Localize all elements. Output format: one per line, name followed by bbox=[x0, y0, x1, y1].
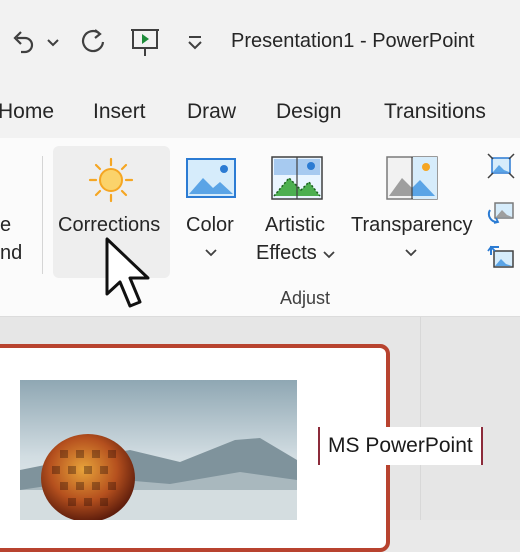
ribbon-tabs: Home Insert Draw Design Transitions bbox=[0, 88, 520, 138]
tab-transitions[interactable]: Transitions bbox=[384, 100, 486, 124]
tab-home[interactable]: Home bbox=[0, 100, 54, 124]
corrections-button[interactable]: Corrections bbox=[58, 214, 160, 237]
chevron-down-icon bbox=[204, 248, 218, 258]
chevron-down-icon[interactable] bbox=[45, 24, 61, 60]
sun-icon[interactable] bbox=[87, 156, 135, 204]
transparency-button[interactable]: Transparency bbox=[351, 214, 473, 237]
ribbon-separator bbox=[42, 156, 43, 274]
reset-picture-icon[interactable] bbox=[487, 245, 515, 271]
artistic-effects-icon[interactable] bbox=[271, 156, 323, 200]
watermark-label: MS PowerPoint bbox=[318, 427, 483, 465]
present-from-beginning-icon[interactable] bbox=[127, 24, 163, 60]
pane-divider bbox=[420, 317, 421, 520]
chevron-down-icon bbox=[322, 250, 336, 260]
tab-design[interactable]: Design bbox=[276, 100, 341, 124]
compress-pictures-icon[interactable] bbox=[487, 153, 515, 179]
chevron-down-icon bbox=[404, 248, 418, 258]
transparency-icon[interactable] bbox=[386, 156, 438, 200]
artistic-effects-button-line2[interactable]: Effects bbox=[256, 242, 317, 265]
title-bar: Presentation1 - PowerPoint bbox=[0, 0, 520, 88]
remove-background-label-cut-2[interactable]: nd bbox=[0, 242, 22, 265]
color-button[interactable]: Color bbox=[186, 214, 234, 237]
picture-color-icon[interactable] bbox=[186, 158, 236, 198]
remove-background-label-cut[interactable]: e bbox=[0, 214, 11, 237]
undo-icon[interactable] bbox=[8, 24, 44, 60]
redo-icon[interactable] bbox=[75, 24, 111, 60]
tab-draw[interactable]: Draw bbox=[187, 100, 236, 124]
tab-insert[interactable]: Insert bbox=[93, 100, 146, 124]
artistic-effects-button[interactable]: Artistic bbox=[265, 214, 325, 237]
mouse-cursor-icon bbox=[103, 236, 155, 312]
window-title: Presentation1 - PowerPoint bbox=[231, 30, 475, 52]
adjust-group-label: Adjust bbox=[280, 288, 331, 308]
change-picture-icon[interactable] bbox=[487, 200, 515, 226]
customize-quick-access-icon[interactable] bbox=[184, 24, 206, 60]
slide-picture[interactable] bbox=[20, 380, 297, 520]
